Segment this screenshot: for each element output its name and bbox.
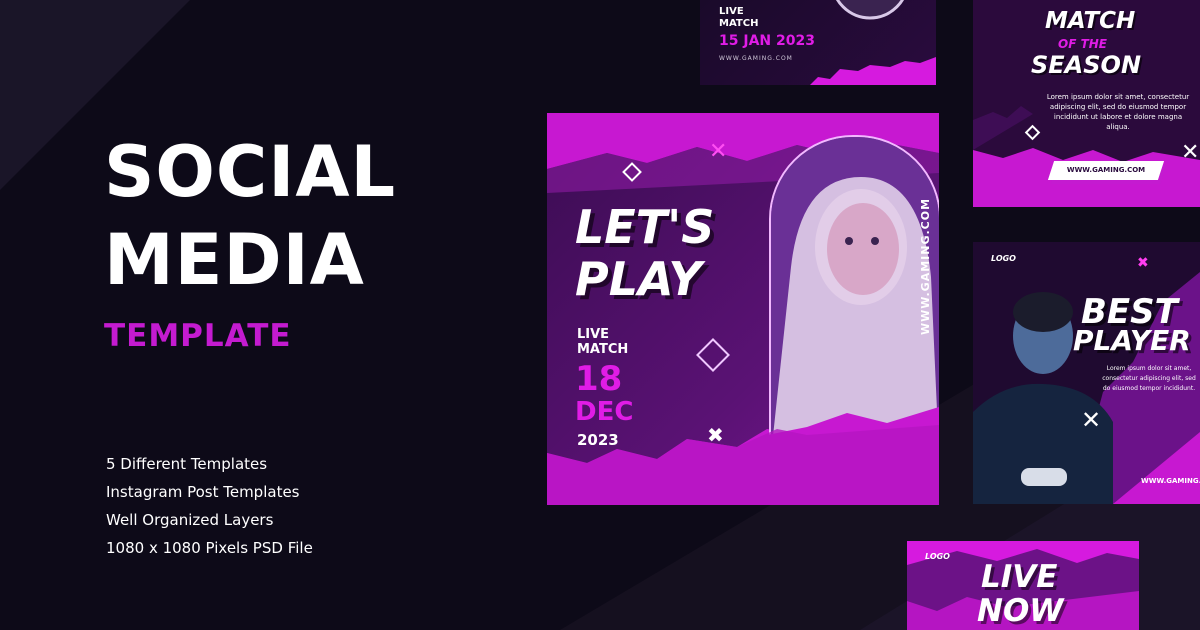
- feature-item: Well Organized Layers: [106, 511, 274, 529]
- hero-title-line2: MEDIA: [104, 219, 365, 301]
- main-year: 2023: [577, 431, 619, 449]
- match-url-button[interactable]: WWW.GAMING.COM: [1047, 161, 1165, 180]
- live-line2: MATCH: [577, 342, 629, 357]
- feature-list: 5 Different Templates Instagram Post Tem…: [106, 450, 313, 562]
- best-player-card: LOGO ✖ BEST PLAYER Lorem ipsum dolor sit…: [973, 242, 1200, 504]
- best-url: WWW.GAMING.COM: [1141, 477, 1200, 485]
- live-line1: LIVE: [719, 6, 744, 17]
- livenow-title-line2: NOW: [977, 593, 1064, 629]
- live-now-card: LOGO LIVE NOW: [907, 541, 1139, 630]
- feature-item: Instagram Post Templates: [106, 483, 300, 501]
- hero-title-line1: SOCIAL: [104, 131, 397, 213]
- match-url-label: WWW.GAMING.COM: [1066, 166, 1146, 174]
- livenow-logo: LOGO: [925, 552, 950, 561]
- best-logo: LOGO: [991, 254, 1016, 263]
- x-mark-icon: ✕: [1081, 406, 1102, 434]
- avatar-circle-fragment: [835, 0, 905, 20]
- live-line2: MATCH: [719, 18, 759, 29]
- live-line1: LIVE: [577, 327, 610, 342]
- main-day: 18: [575, 359, 623, 399]
- x-mark-icon: ✖: [707, 423, 724, 447]
- best-title-line2: PLAYER: [1073, 324, 1191, 357]
- match-body-text: Lorem ipsum dolor sit amet, consectetur …: [1046, 93, 1190, 131]
- hero-subtitle: TEMPLATE: [104, 318, 292, 354]
- main-headline: LET'S PLAY: [575, 201, 714, 305]
- hero-heading: SOCIAL MEDIA TEMPLATE: [104, 128, 396, 354]
- match-of-season-card: MATCH OF THE SEASON Lorem ipsum dolor si…: [973, 0, 1200, 207]
- live-match-card-top: LIVE MATCH 15 JAN 2023 WWW.GAMING.COM: [700, 0, 936, 85]
- match-title-line2: OF THE: [1058, 37, 1108, 51]
- torn-paper-decoration: [810, 57, 936, 85]
- x-mark-icon: ✕: [709, 139, 728, 164]
- feature-item: 5 Different Templates: [106, 455, 268, 473]
- livenow-title-line1: LIVE: [981, 559, 1058, 595]
- top-card-date: 15 JAN 2023: [719, 33, 815, 49]
- headline-line1: LET'S: [575, 200, 715, 254]
- match-title-line3: SEASON: [1031, 51, 1142, 79]
- main-month: DEC: [575, 397, 634, 427]
- best-body-text: Lorem ipsum dolor sit amet, consectetur …: [1102, 365, 1196, 392]
- match-title-line1: MATCH: [1045, 8, 1136, 34]
- top-card-live-label: LIVE MATCH: [719, 6, 758, 30]
- x-mark-icon: ✕: [1181, 140, 1200, 165]
- lets-play-card: LET'S PLAY LIVE MATCH 18 DEC 2023 WWW.GA…: [547, 113, 939, 505]
- x-mark-icon: ✖: [1137, 255, 1149, 271]
- headline-line2: PLAY: [575, 252, 702, 306]
- main-live-label: LIVE MATCH: [577, 327, 628, 357]
- feature-item: 1080 x 1080 Pixels PSD File: [106, 539, 313, 557]
- main-url: WWW.GAMING.COM: [919, 197, 932, 335]
